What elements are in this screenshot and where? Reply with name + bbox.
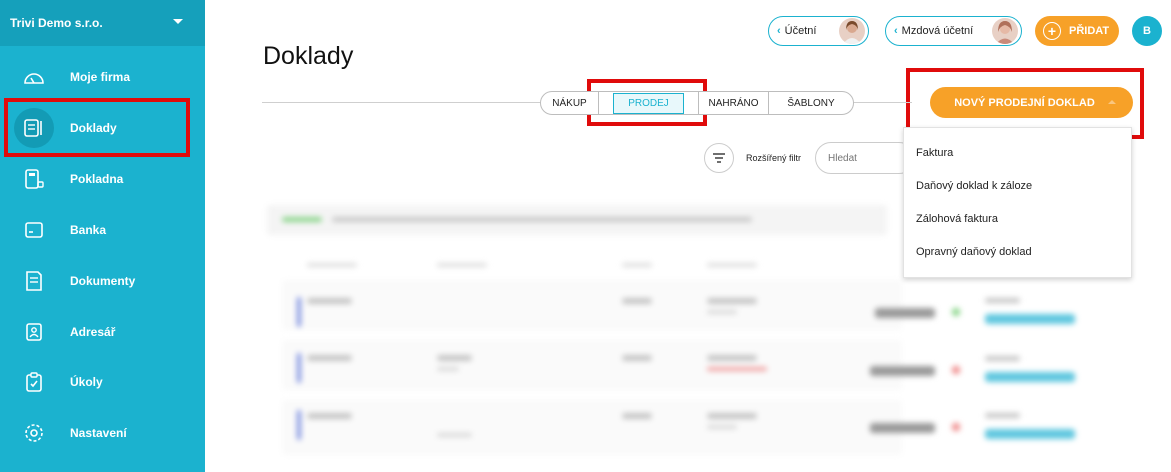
sidebar-item-ukoly[interactable]: Úkoly — [0, 357, 205, 407]
menu-item-opravny-danovy-doklad[interactable]: Opravný daňový doklad — [916, 246, 1032, 258]
chevron-left-icon: ‹ — [777, 25, 781, 37]
tab-sablony[interactable]: ŠABLONY — [769, 92, 853, 114]
accountant-button[interactable]: ‹ Účetní — [768, 16, 869, 46]
search-input[interactable] — [815, 142, 915, 174]
page-title: Doklady — [263, 42, 354, 70]
sidebar-item-label: Banka — [70, 223, 107, 237]
payroll-avatar — [992, 18, 1018, 44]
payroll-label: Mzdová účetní — [901, 25, 974, 37]
chevron-up-icon — [1108, 100, 1116, 104]
new-document-dropdown: Faktura Daňový doklad k záloze Zálohová … — [903, 127, 1132, 278]
gear-icon — [22, 422, 46, 444]
highlight-doklady — [4, 98, 190, 157]
user-avatar[interactable]: B — [1132, 16, 1162, 46]
tab-prodej[interactable]: PRODEJ — [599, 92, 699, 114]
new-sales-document-button[interactable]: NOVÝ PRODEJNÍ DOKLAD — [930, 87, 1133, 118]
sidebar-item-nastaveni[interactable]: Nastavení — [0, 408, 205, 458]
task-clipboard-icon — [22, 371, 46, 393]
sidebar-item-label: Adresář — [70, 325, 116, 339]
cash-register-icon — [22, 168, 46, 190]
sidebar-item-dokumenty[interactable]: Dokumenty — [0, 256, 205, 306]
menu-item-faktura[interactable]: Faktura — [916, 147, 953, 159]
sidebar-item-adresar[interactable]: Adresář — [0, 307, 205, 357]
bank-card-icon — [22, 219, 46, 241]
sidebar: Trivi Demo s.r.o. Moje firma Doklady Pok… — [0, 0, 205, 472]
filter-icon[interactable] — [704, 143, 734, 173]
sidebar-item-label: Moje firma — [70, 70, 131, 84]
tab-nakup[interactable]: NÁKUP — [541, 92, 599, 114]
gauge-icon — [22, 66, 46, 88]
sidebar-item-moje-firma[interactable]: Moje firma — [0, 52, 205, 102]
company-switcher[interactable]: Trivi Demo s.r.o. — [0, 0, 205, 46]
chevron-left-icon: ‹ — [894, 25, 898, 37]
sidebar-item-pokladna[interactable]: Pokladna — [0, 154, 205, 204]
menu-item-zalohova-faktura[interactable]: Zálohová faktura — [916, 213, 998, 225]
sidebar-item-banka[interactable]: Banka — [0, 205, 205, 255]
document-list-blurred — [262, 195, 902, 472]
document-icon — [22, 270, 46, 292]
sidebar-item-label: Úkoly — [70, 375, 103, 389]
sidebar-item-label: Nastavení — [70, 426, 127, 440]
plus-icon: + — [1043, 22, 1061, 40]
sidebar-item-label: Dokumenty — [70, 274, 136, 288]
address-book-icon — [22, 321, 46, 343]
new-button-label: NOVÝ PRODEJNÍ DOKLAD — [954, 96, 1095, 109]
company-name: Trivi Demo s.r.o. — [10, 16, 103, 30]
tab-nahrano[interactable]: NAHRÁNO — [699, 92, 769, 114]
add-button[interactable]: + PŘIDAT — [1035, 16, 1119, 46]
advanced-filter-label[interactable]: Rozšířený filtr — [746, 153, 801, 163]
accountant-avatar — [839, 18, 865, 44]
payroll-accountant-button[interactable]: ‹ Mzdová účetní — [885, 16, 1022, 46]
accountant-label: Účetní — [784, 25, 817, 37]
document-tabs: NÁKUP PRODEJ NAHRÁNO ŠABLONY — [540, 91, 854, 115]
add-label: PŘIDAT — [1069, 25, 1110, 37]
menu-item-danovy-doklad-k-zaloze[interactable]: Daňový doklad k záloze — [916, 180, 1032, 192]
sidebar-item-label: Pokladna — [70, 172, 124, 186]
document-amounts-blurred — [860, 278, 1120, 472]
chevron-down-icon — [173, 19, 183, 24]
